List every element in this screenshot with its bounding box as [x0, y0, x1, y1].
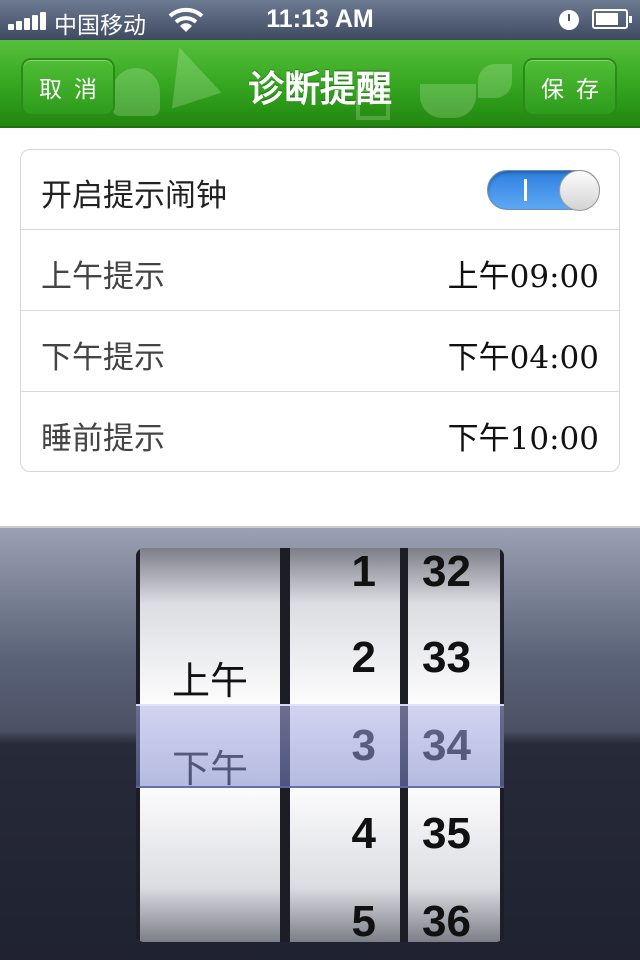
minute-option-selected[interactable]: 34 [408, 702, 500, 790]
ampm-option[interactable]: 上午 [140, 637, 280, 725]
morning-reminder-label: 上午提示 [41, 259, 165, 295]
minute-option[interactable]: 36 [408, 878, 500, 942]
minute-wheel[interactable]: 32 33 34 35 36 [408, 548, 500, 942]
hour-option-selected[interactable]: 3 [290, 702, 400, 790]
bedtime-reminder-time: 下午10:00 [447, 421, 599, 457]
status-time: 11:13 AM [266, 5, 374, 33]
battery-icon [592, 9, 632, 29]
afternoon-reminder-label: 下午提示 [41, 340, 165, 376]
toggle-on-mark: I [524, 179, 527, 201]
bedtime-reminder-label: 睡前提示 [41, 421, 165, 457]
toggle-knob[interactable] [559, 170, 600, 211]
status-bar: 中国移动 11:13 AM [0, 0, 640, 40]
alarm-toggle-row: 开启提示闹钟 I [21, 150, 619, 230]
morning-reminder-row[interactable]: 上午提示 上午09:00 [21, 231, 619, 311]
minute-option[interactable]: 33 [408, 614, 500, 702]
afternoon-reminder-time: 下午04:00 [447, 340, 599, 376]
save-button[interactable]: 保存 [523, 58, 617, 116]
hour-option[interactable]: 4 [290, 790, 400, 878]
afternoon-reminder-row[interactable]: 下午提示 下午04:00 [21, 312, 619, 392]
hour-option[interactable]: 2 [290, 614, 400, 702]
minute-option[interactable]: 32 [408, 548, 500, 616]
hour-wheel[interactable]: 1 2 3 4 5 [290, 548, 400, 942]
ampm-wheel[interactable]: 上午 下午 [140, 548, 280, 942]
morning-reminder-time: 上午09:00 [447, 259, 599, 295]
hour-option[interactable]: 1 [290, 548, 400, 616]
time-picker: 上午 下午 1 2 3 4 5 32 33 34 35 36 [0, 526, 640, 960]
hour-option[interactable]: 5 [290, 878, 400, 942]
alarm-toggle-label: 开启提示闹钟 [41, 178, 227, 214]
bedtime-reminder-row[interactable]: 睡前提示 下午10:00 [21, 393, 619, 471]
ampm-option-selected[interactable]: 下午 [140, 725, 280, 813]
reminder-settings-group: 开启提示闹钟 I 上午提示 上午09:00 下午提示 下午04:00 睡前提示 … [20, 149, 620, 472]
alarm-icon [559, 10, 579, 30]
picker-frame: 上午 下午 1 2 3 4 5 32 33 34 35 36 [136, 548, 504, 942]
nav-bar: 取消 诊断提醒 保存 [0, 40, 640, 128]
minute-option[interactable]: 35 [408, 790, 500, 878]
alarm-toggle-switch[interactable]: I [487, 170, 600, 211]
